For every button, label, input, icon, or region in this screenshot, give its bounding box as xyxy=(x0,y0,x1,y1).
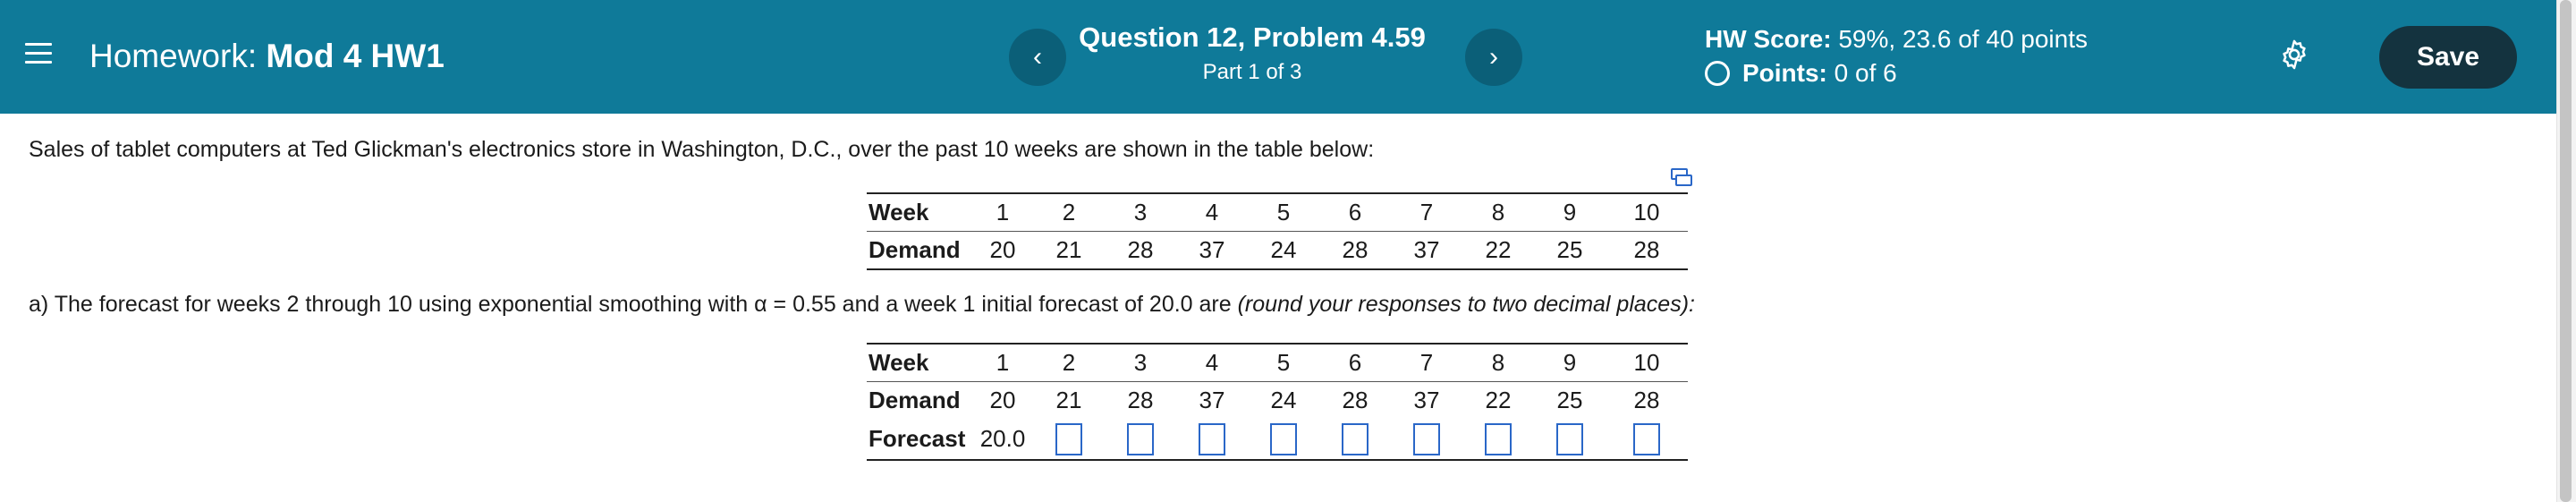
demand-cell: 20 xyxy=(989,387,1016,413)
week-cell: 4 xyxy=(1176,343,1248,382)
week-cell: 2 xyxy=(1033,343,1105,382)
demand-cell: 28 xyxy=(1633,387,1660,413)
week-cell: 8 xyxy=(1462,343,1534,382)
forecast-cell xyxy=(1033,419,1105,461)
demand-cell: 37 xyxy=(1391,231,1462,270)
week-cell: 10 xyxy=(1606,192,1688,232)
table-row: Forecast 20.0 xyxy=(867,419,1688,461)
demand-cell: 28 xyxy=(1105,231,1176,270)
previous-question-button[interactable]: ‹ xyxy=(1009,29,1066,86)
homework-name: Mod 4 HW1 xyxy=(266,38,445,74)
top-bar: Homework: Mod 4 HW1 ‹ Question 12, Probl… xyxy=(0,0,2556,114)
points-label: Points: xyxy=(1742,59,1827,87)
demand-cell: 24 xyxy=(1270,387,1297,413)
table-row: Week 1 2 3 4 5 6 7 8 9 10 xyxy=(867,192,1688,232)
demand-cell: 37 xyxy=(1176,231,1248,270)
demand-cell: 28 xyxy=(1606,231,1688,270)
week-cell: 6 xyxy=(1319,192,1391,232)
forecast-table: Week 1 2 3 4 5 6 7 8 9 10 Demand 20 21 2… xyxy=(867,343,1688,461)
chevron-right-icon: › xyxy=(1489,42,1498,72)
forecast-cell xyxy=(1462,419,1534,461)
week-cell: 5 xyxy=(1248,343,1319,382)
hw-score: HW Score: 59%, 23.6 of 40 points xyxy=(1705,23,2088,55)
forecast-cell: 20.0 xyxy=(972,419,1033,461)
week-header: Week xyxy=(867,343,972,382)
week-cell: 9 xyxy=(1534,192,1606,232)
forecast-cell xyxy=(1319,419,1391,461)
homework-title: Homework: Mod 4 HW1 xyxy=(89,36,445,77)
demand-cell: 25 xyxy=(1534,231,1606,270)
forecast-input-week-6[interactable] xyxy=(1342,422,1368,455)
forecast-input-week-9[interactable] xyxy=(1556,422,1583,455)
demand-cell: 28 xyxy=(1127,387,1154,413)
circle-icon xyxy=(1705,61,1730,86)
week-cell: 9 xyxy=(1534,343,1606,382)
demand-cell: 22 xyxy=(1485,387,1512,413)
week-cell: 4 xyxy=(1176,192,1248,232)
scrollbar-thumb[interactable] xyxy=(2560,0,2572,502)
forecast-cell xyxy=(1176,419,1248,461)
hw-score-label: HW Score: xyxy=(1705,25,1832,53)
week-cell: 7 xyxy=(1391,343,1462,382)
forecast-cell xyxy=(1105,419,1176,461)
forecast-input-week-7[interactable] xyxy=(1413,422,1440,455)
demand-cell: 24 xyxy=(1248,231,1319,270)
demand-table: Week 1 2 3 4 5 6 7 8 9 10 Demand 20 21 2… xyxy=(867,192,1688,270)
gear-icon[interactable] xyxy=(2277,38,2311,72)
week-cell: 3 xyxy=(1105,343,1176,382)
copy-table-icon[interactable] xyxy=(1671,168,1692,188)
week-cell: 7 xyxy=(1391,192,1462,232)
forecast-cell xyxy=(1248,419,1319,461)
forecast-cell xyxy=(1534,419,1606,461)
week-cell: 3 xyxy=(1105,192,1176,232)
week-header: Week xyxy=(867,192,972,232)
forecast-cell xyxy=(1606,419,1688,461)
points-value: 0 of 6 xyxy=(1834,59,1897,87)
demand-cell: 28 xyxy=(1342,387,1368,413)
part-a-note: (round your responses to two decimal pla… xyxy=(1237,292,1695,317)
forecast-input-week-8[interactable] xyxy=(1485,422,1512,455)
demand-cell: 20 xyxy=(972,231,1033,270)
demand-cell: 28 xyxy=(1319,231,1391,270)
week-cell: 10 xyxy=(1606,343,1688,382)
table-row: Week 1 2 3 4 5 6 7 8 9 10 xyxy=(867,343,1688,382)
save-button[interactable]: Save xyxy=(2379,26,2517,89)
demand-cell: 37 xyxy=(1413,387,1440,413)
demand-header: Demand xyxy=(867,231,972,270)
problem-statement: Sales of tablet computers at Ted Glickma… xyxy=(29,137,1375,162)
week-cell: 2 xyxy=(1033,192,1105,232)
forecast-header: Forecast xyxy=(867,419,972,461)
hw-score-value: 59%, 23.6 of 40 points xyxy=(1838,25,2089,53)
chevron-left-icon: ‹ xyxy=(1033,42,1042,72)
table-row: Demand 20 21 28 37 24 28 37 22 25 28 xyxy=(867,231,1688,270)
week-cell: 6 xyxy=(1319,343,1391,382)
week-cell: 5 xyxy=(1248,192,1319,232)
menu-icon[interactable] xyxy=(25,41,52,66)
homework-label: Homework: xyxy=(89,38,258,74)
week-cell: 1 xyxy=(972,343,1033,382)
demand-header: Demand xyxy=(869,387,961,413)
week-cell: 8 xyxy=(1462,192,1534,232)
forecast-input-week-10[interactable] xyxy=(1633,422,1660,455)
forecast-input-week-5[interactable] xyxy=(1270,422,1297,455)
part-a-prompt: a) The forecast for weeks 2 through 10 u… xyxy=(29,290,1695,319)
forecast-cell xyxy=(1391,419,1462,461)
demand-cell: 37 xyxy=(1199,387,1225,413)
forecast-input-week-3[interactable] xyxy=(1127,422,1154,455)
forecast-input-week-4[interactable] xyxy=(1199,422,1225,455)
demand-cell: 21 xyxy=(1033,231,1105,270)
demand-cell: 25 xyxy=(1556,387,1583,413)
question-title: Question 12, Problem 4.59 xyxy=(1079,21,1426,53)
demand-cell: 21 xyxy=(1055,387,1082,413)
forecast-input-week-2[interactable] xyxy=(1055,422,1082,455)
part-a-text: a) The forecast for weeks 2 through 10 u… xyxy=(29,292,1238,317)
question-part: Part 1 of 3 xyxy=(1202,60,1302,84)
points: Points: 0 of 6 xyxy=(1705,57,1897,89)
demand-cell: 22 xyxy=(1462,231,1534,270)
table-row: Demand 20 21 28 37 24 28 37 22 25 28 xyxy=(867,382,1688,420)
week-cell: 1 xyxy=(972,192,1033,232)
next-question-button[interactable]: › xyxy=(1465,29,1522,86)
